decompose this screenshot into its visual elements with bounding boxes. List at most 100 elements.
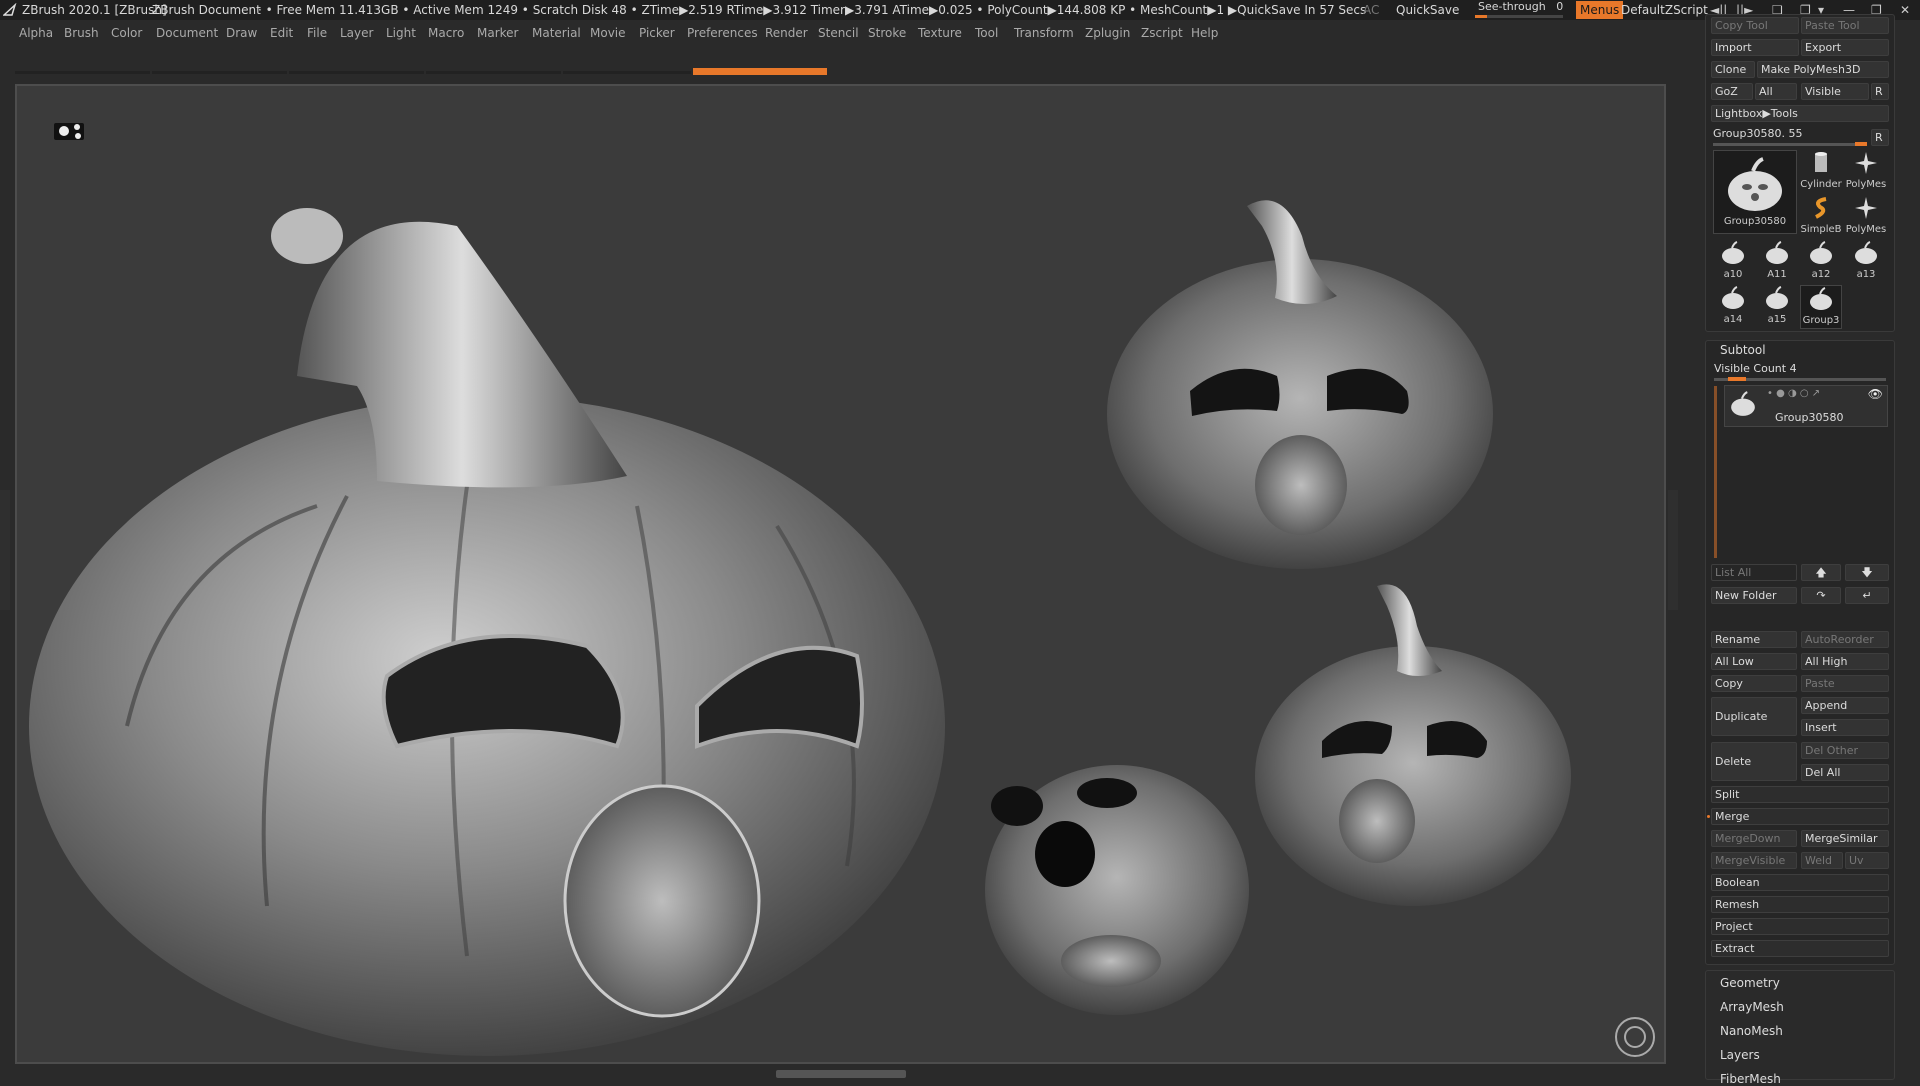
duplicate-button[interactable]: Duplicate [1711,697,1797,736]
split-button[interactable]: Split [1711,786,1889,803]
all-low-button[interactable]: All Low [1711,653,1797,670]
paste-tool-button[interactable]: Paste Tool [1801,17,1889,34]
default-script-button[interactable]: DefaultZScript [1621,0,1708,20]
rename-button[interactable]: Rename [1711,631,1797,648]
goz-button[interactable]: GoZ [1711,83,1753,100]
active-tab-indicator[interactable] [693,68,827,75]
new-folder-button[interactable]: New Folder [1711,587,1797,604]
tool-thumb-simplebrush[interactable]: SimpleB [1800,195,1842,239]
menu-color[interactable]: Color [111,22,142,44]
tool-thumb-group3[interactable]: Group3 [1800,285,1842,329]
left-tray-handle[interactable] [0,490,10,610]
menu-tool[interactable]: Tool [975,22,998,44]
import-button[interactable]: Import [1711,39,1799,56]
menu-layer[interactable]: Layer [340,22,373,44]
tool-thumb-polymesh-2[interactable]: PolyMes [1845,195,1887,239]
goz-r-button[interactable]: R [1871,83,1889,100]
pumpkin-front-view-model[interactable] [1107,200,1493,569]
menu-texture[interactable]: Texture [918,22,962,44]
project-button[interactable]: Project [1711,918,1889,935]
nav-geometry[interactable]: Geometry [1720,976,1780,990]
pumpkin-three-quarter-model[interactable] [1255,584,1571,906]
nav-arraymesh[interactable]: ArrayMesh [1720,1000,1784,1014]
menu-zscript[interactable]: Zscript [1141,22,1183,44]
menu-edit[interactable]: Edit [270,22,293,44]
menu-help[interactable]: Help [1191,22,1218,44]
uv-button[interactable]: Uv [1845,852,1889,869]
lightbox-tools-button[interactable]: Lightbox▶Tools [1711,105,1889,122]
export-button[interactable]: Export [1801,39,1889,56]
all-high-button[interactable]: All High [1801,653,1889,670]
current-tool-thumb[interactable]: Group30580 [1713,150,1797,234]
paste-button[interactable]: Paste [1801,675,1889,692]
menu-preferences[interactable]: Preferences [687,22,758,44]
menu-marker[interactable]: Marker [477,22,518,44]
current-tool-r-button[interactable]: R [1871,129,1889,146]
menu-picker[interactable]: Picker [639,22,675,44]
merge-visible-button[interactable]: MergeVisible [1711,852,1797,869]
merge-similar-button[interactable]: MergeSimilar [1801,830,1889,847]
current-tool-slider[interactable] [1713,143,1867,146]
menu-zplugin[interactable]: Zplugin [1085,22,1130,44]
tool-thumb-a15[interactable]: a15 [1756,285,1798,329]
merge-down-button[interactable]: MergeDown [1711,830,1797,847]
append-button[interactable]: Append [1801,697,1889,714]
quicksave-button[interactable]: QuickSave [1396,0,1459,20]
tool-thumb-a11[interactable]: A11 [1756,240,1798,284]
insert-button[interactable]: Insert [1801,719,1889,736]
canvas-viewport[interactable] [15,84,1666,1064]
clone-button[interactable]: Clone [1711,61,1755,78]
pumpkin-main-model[interactable] [29,208,945,1056]
right-tray-handle[interactable] [1668,490,1678,610]
goz-all-button[interactable]: All [1755,83,1797,100]
menu-movie[interactable]: Movie [590,22,626,44]
goz-visible-button[interactable]: Visible [1801,83,1869,100]
copy-button[interactable]: Copy [1711,675,1797,692]
extract-button[interactable]: Extract [1711,940,1889,957]
menu-render[interactable]: Render [765,22,808,44]
bottom-tray-handle[interactable] [776,1070,906,1078]
close-icon[interactable]: ✕ [1900,0,1910,20]
tool-thumb-a13[interactable]: a13 [1845,240,1887,284]
menu-document[interactable]: Document [156,22,218,44]
make-polymesh-button[interactable]: Make PolyMesh3D [1757,61,1889,78]
menu-stencil[interactable]: Stencil [818,22,859,44]
boolean-button[interactable]: Boolean [1711,874,1889,891]
ac-button[interactable]: AC [1363,0,1379,20]
pumpkin-bottom-view-model[interactable] [985,765,1249,1015]
menu-file[interactable]: File [307,22,327,44]
menus-button[interactable]: Menus [1576,1,1624,19]
del-other-button[interactable]: Del Other [1801,742,1889,759]
nav-fibermesh[interactable]: FiberMesh [1720,1072,1781,1086]
menu-macro[interactable]: Macro [428,22,464,44]
move-up-icon[interactable]: 🡅 [1801,564,1841,581]
tool-thumb-polymesh[interactable]: PolyMes [1845,150,1887,194]
eye-icon[interactable]: 👁 [1868,387,1883,401]
move-down-icon[interactable]: 🡇 [1845,564,1889,581]
menu-transform[interactable]: Transform [1014,22,1074,44]
nav-layers[interactable]: Layers [1720,1048,1760,1062]
tool-thumb-a10[interactable]: a10 [1712,240,1754,284]
menu-light[interactable]: Light [386,22,416,44]
menu-alpha[interactable]: Alpha [19,22,53,44]
folder-arrow-down-icon[interactable]: ↵ [1845,587,1889,604]
tool-thumb-a14[interactable]: a14 [1712,285,1754,329]
subtool-item-toggles-icon[interactable]: • ● ◑ ○ ↗ [1767,388,1820,399]
menu-brush[interactable]: Brush [64,22,99,44]
weld-button[interactable]: Weld [1801,852,1843,869]
document-tab-strip[interactable] [15,68,1665,77]
merge-button[interactable]: Merge [1711,808,1889,825]
menu-draw[interactable]: Draw [226,22,257,44]
menu-stroke[interactable]: Stroke [868,22,906,44]
delete-button[interactable]: Delete [1711,742,1797,781]
copy-tool-button[interactable]: Copy Tool [1711,17,1799,34]
menu-material[interactable]: Material [532,22,581,44]
list-all-button[interactable]: List All [1711,564,1797,581]
navigation-gizmo-icon[interactable] [1615,1017,1655,1057]
tool-thumb-a12[interactable]: a12 [1800,240,1842,284]
subtool-item[interactable]: • ● ◑ ○ ↗ 👁 Group30580 [1724,385,1888,427]
auto-reorder-button[interactable]: AutoReorder [1801,631,1889,648]
subtool-scrollbar[interactable] [1714,386,1717,558]
subtool-header[interactable]: Subtool [1720,343,1766,357]
see-through-slider[interactable]: See-through 0 [1475,0,1565,20]
